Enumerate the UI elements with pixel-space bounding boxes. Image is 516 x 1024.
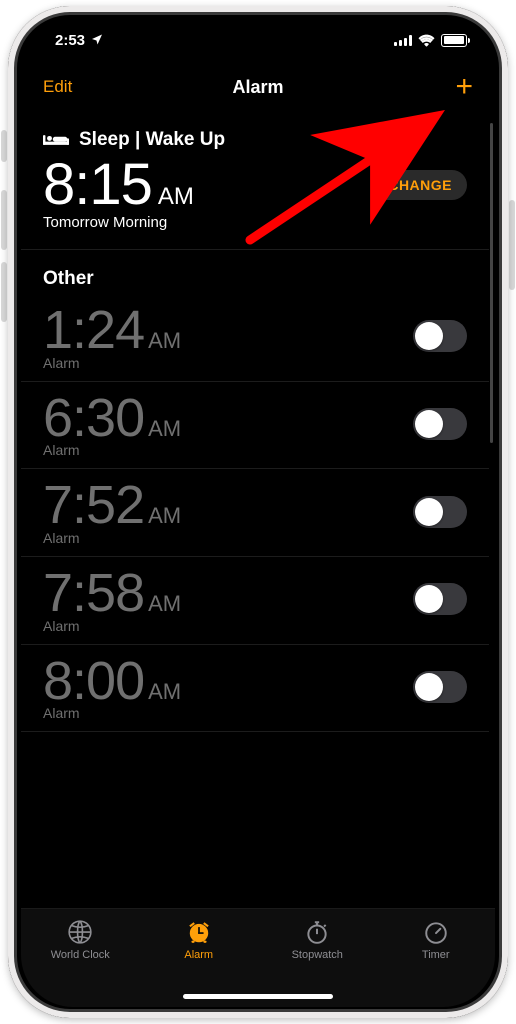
tab-world-clock[interactable]: World Clock bbox=[39, 919, 121, 961]
tab-label: Alarm bbox=[184, 949, 213, 961]
location-icon bbox=[91, 32, 103, 49]
alarm-label: Alarm bbox=[43, 355, 181, 371]
phone-frame: 2:53 bbox=[8, 6, 508, 1018]
alarm-icon bbox=[186, 919, 212, 945]
alarm-time: 7:52AM bbox=[43, 477, 181, 534]
tab-alarm[interactable]: Alarm bbox=[158, 919, 240, 961]
nav-bar: Edit Alarm + bbox=[21, 63, 495, 111]
tab-label: Timer bbox=[422, 949, 450, 961]
content: Sleep | Wake Up 8:15 AM CHANGE Tomorrow … bbox=[21, 113, 489, 919]
sleep-section-label: Sleep | Wake Up bbox=[79, 129, 225, 151]
notch bbox=[153, 17, 363, 47]
power-button bbox=[509, 200, 515, 290]
signal-icon bbox=[394, 34, 412, 46]
scroll-indicator[interactable] bbox=[490, 123, 493, 443]
alarm-time: 6:30AM bbox=[43, 390, 181, 447]
sleep-section-title: Sleep | Wake Up bbox=[21, 123, 489, 153]
alarm-row[interactable]: 8:00AMAlarm bbox=[21, 645, 489, 733]
home-indicator[interactable] bbox=[183, 994, 333, 999]
alarm-time-value: 6:30 bbox=[43, 390, 144, 447]
edit-button[interactable]: Edit bbox=[21, 63, 94, 111]
status-time: 2:53 bbox=[55, 32, 85, 49]
alarms-list: 1:24AMAlarm6:30AMAlarm7:52AMAlarm7:58AMA… bbox=[21, 294, 489, 732]
alarm-row[interactable]: 7:58AMAlarm bbox=[21, 557, 489, 645]
page-title: Alarm bbox=[232, 77, 283, 98]
sleep-subtitle: Tomorrow Morning bbox=[43, 214, 467, 231]
tab-label: World Clock bbox=[51, 949, 110, 961]
alarm-row[interactable]: 6:30AMAlarm bbox=[21, 382, 489, 470]
sleep-wake-block: 8:15 AM CHANGE Tomorrow Morning bbox=[21, 153, 489, 250]
alarm-toggle[interactable] bbox=[413, 671, 467, 703]
alarm-toggle[interactable] bbox=[413, 408, 467, 440]
change-button[interactable]: CHANGE bbox=[373, 170, 467, 200]
alarm-time-value: 7:52 bbox=[43, 477, 144, 534]
volume-up-button bbox=[1, 190, 7, 250]
alarm-toggle[interactable] bbox=[413, 496, 467, 528]
sleep-time-ampm: AM bbox=[158, 183, 194, 211]
sleep-time-value: 8:15 bbox=[43, 155, 152, 216]
screen: 2:53 bbox=[21, 17, 495, 1007]
tab-bar: World Clock Alarm bbox=[21, 908, 495, 1007]
alarm-time-ampm: AM bbox=[148, 328, 181, 354]
alarm-label: Alarm bbox=[43, 442, 181, 458]
sleep-wake-time: 8:15 AM bbox=[43, 155, 194, 216]
alarm-time: 7:58AM bbox=[43, 565, 181, 622]
alarm-toggle[interactable] bbox=[413, 320, 467, 352]
add-alarm-button[interactable]: + bbox=[433, 63, 495, 111]
alarm-time-ampm: AM bbox=[148, 679, 181, 705]
alarm-row[interactable]: 1:24AMAlarm bbox=[21, 294, 489, 382]
tab-timer[interactable]: Timer bbox=[395, 919, 477, 961]
alarm-time-value: 1:24 bbox=[43, 302, 144, 359]
alarm-time-value: 7:58 bbox=[43, 565, 144, 622]
bed-icon bbox=[43, 131, 69, 149]
globe-icon bbox=[67, 919, 93, 945]
alarm-time: 8:00AM bbox=[43, 653, 181, 710]
alarm-time-ampm: AM bbox=[148, 503, 181, 529]
alarm-label: Alarm bbox=[43, 530, 181, 546]
alarm-toggle[interactable] bbox=[413, 583, 467, 615]
alarm-time-ampm: AM bbox=[148, 416, 181, 442]
tab-label: Stopwatch bbox=[292, 949, 343, 961]
timer-icon bbox=[423, 919, 449, 945]
tab-stopwatch[interactable]: Stopwatch bbox=[276, 919, 358, 961]
mute-switch bbox=[1, 130, 7, 162]
battery-icon bbox=[441, 34, 467, 47]
other-section-title: Other bbox=[21, 250, 489, 294]
alarm-time-value: 8:00 bbox=[43, 653, 144, 710]
alarm-label: Alarm bbox=[43, 618, 181, 634]
alarm-time-ampm: AM bbox=[148, 591, 181, 617]
wifi-icon bbox=[418, 34, 435, 47]
volume-down-button bbox=[1, 262, 7, 322]
alarm-time: 1:24AM bbox=[43, 302, 181, 359]
alarm-label: Alarm bbox=[43, 705, 181, 721]
stopwatch-icon bbox=[304, 919, 330, 945]
alarm-row[interactable]: 7:52AMAlarm bbox=[21, 469, 489, 557]
